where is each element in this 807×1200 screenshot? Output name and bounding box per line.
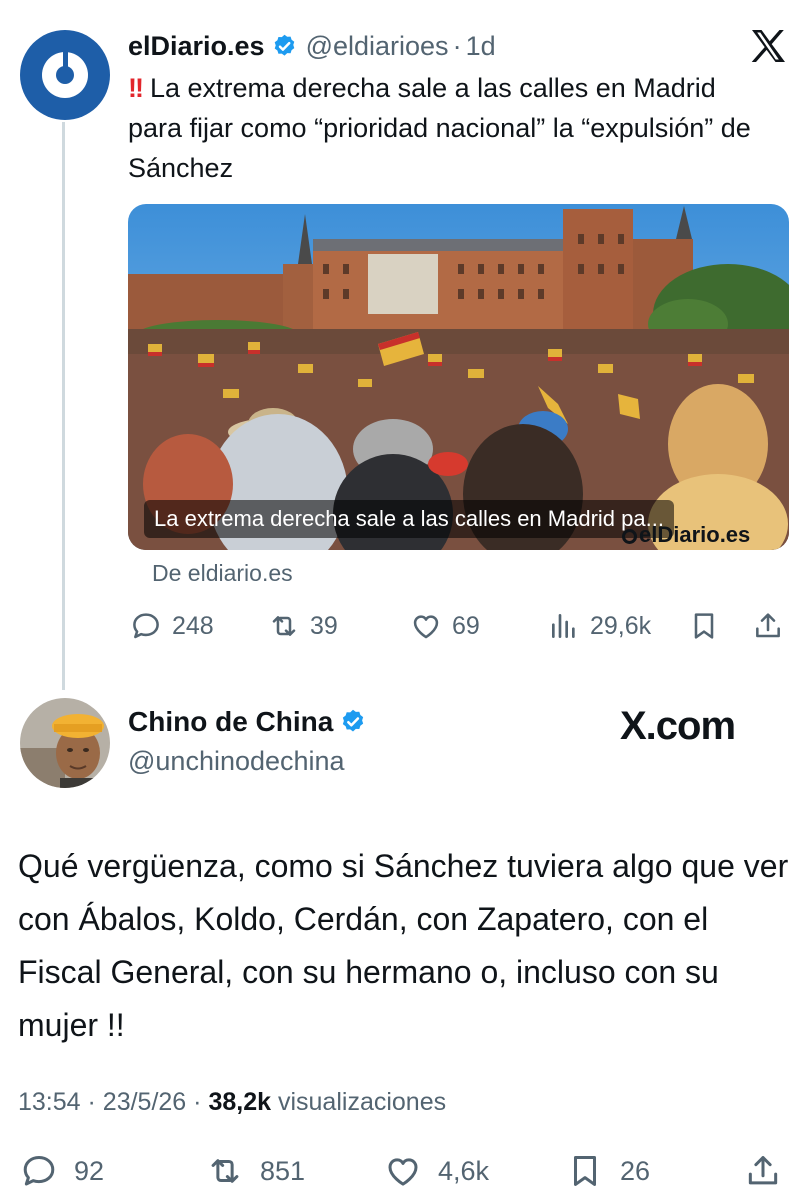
views-icon: [552, 614, 575, 638]
like-icon: [388, 1158, 418, 1186]
quote-like-count: 4,6k: [438, 1155, 490, 1186]
like-count: 69: [452, 611, 480, 640]
quote-reply-button[interactable]: 92: [20, 1152, 104, 1190]
tweet-metadata: 13:54 · 23/5/26 · 38,2k visualizaciones: [18, 1088, 446, 1117]
thread-line: [62, 122, 65, 690]
quote-bookmark-count: 26: [620, 1155, 651, 1186]
tweet-date[interactable]: 23/5/26: [103, 1088, 186, 1116]
quote-repost-button[interactable]: 851: [206, 1152, 305, 1190]
chino-de-china-avatar[interactable]: [20, 698, 110, 788]
separator: ·: [452, 30, 462, 61]
meta-separator: ·: [193, 1088, 209, 1116]
tweet-header: elDiario.es @eldiarioes · 1d: [128, 28, 496, 64]
like-button[interactable]: 69: [410, 610, 480, 642]
brand-circle-icon: [622, 529, 637, 544]
quote-author-name[interactable]: Chino de China: [128, 706, 333, 738]
quote-like-button[interactable]: 4,6k: [384, 1152, 489, 1190]
logo-tick: [63, 44, 68, 68]
views-button[interactable]: 29,6k: [548, 610, 651, 642]
x-logo-icon: [751, 30, 785, 62]
bookmark-icon: [573, 1156, 597, 1186]
avatar-photo: [20, 698, 110, 788]
quote-share-button[interactable]: [744, 1152, 782, 1190]
verified-badge-icon: [343, 709, 364, 732]
brand-text: elDiario.es: [639, 522, 751, 547]
reply-icon: [133, 613, 159, 639]
verified-badge-icon: [274, 34, 294, 56]
bookmark-icon: [694, 613, 714, 639]
quote-repost-count: 851: [260, 1155, 306, 1186]
x-com-watermark: X.com: [620, 704, 736, 748]
repost-icon: [272, 616, 296, 636]
card-brand-watermark: elDiario.es: [622, 522, 750, 548]
meta-separator: ·: [87, 1088, 103, 1116]
views-label: visualizaciones: [277, 1088, 447, 1116]
quote-bookmark-button[interactable]: 26: [566, 1152, 650, 1190]
tweet-age[interactable]: 1d: [466, 31, 496, 62]
bookmark-button[interactable]: [688, 610, 720, 642]
logo-dot: [56, 66, 74, 84]
share-icon: [748, 1156, 778, 1185]
double-exclamation-emoji: !!: [128, 73, 144, 103]
tweet-body: La extrema derecha sale a las calles en …: [128, 73, 751, 183]
link-source[interactable]: De eldiario.es: [152, 560, 293, 587]
quote-reply-count: 92: [74, 1155, 105, 1186]
repost-button[interactable]: 39: [268, 610, 338, 642]
like-icon: [413, 615, 439, 639]
repost-count: 39: [310, 611, 338, 640]
quote-author-row: Chino de China: [128, 706, 375, 738]
tweet-text: !! La extrema derecha sale a las calles e…: [128, 68, 768, 188]
quote-tweet-text: Qué vergüenza, como si Sánchez tuviera a…: [18, 848, 789, 1043]
views-total: 38,2k: [208, 1088, 272, 1116]
tweet-time[interactable]: 13:54: [18, 1088, 81, 1116]
share-button[interactable]: [752, 610, 784, 642]
reply-icon: [23, 1156, 55, 1186]
author-handle[interactable]: @eldiarioes: [306, 31, 449, 62]
reply-count: 248: [172, 611, 214, 640]
link-card-image[interactable]: [128, 204, 789, 550]
quote-author-handle[interactable]: @unchinodechina: [128, 746, 345, 777]
author-name[interactable]: elDiario.es: [128, 31, 265, 62]
crowd-photo: [128, 204, 789, 550]
eldiario-avatar[interactable]: [20, 30, 110, 120]
reply-button[interactable]: 248: [130, 610, 214, 642]
link-card-caption: La extrema derecha sale a las calles en …: [144, 500, 674, 538]
repost-icon: [211, 1159, 239, 1183]
share-icon: [756, 613, 780, 638]
views-count: 29,6k: [590, 611, 652, 640]
